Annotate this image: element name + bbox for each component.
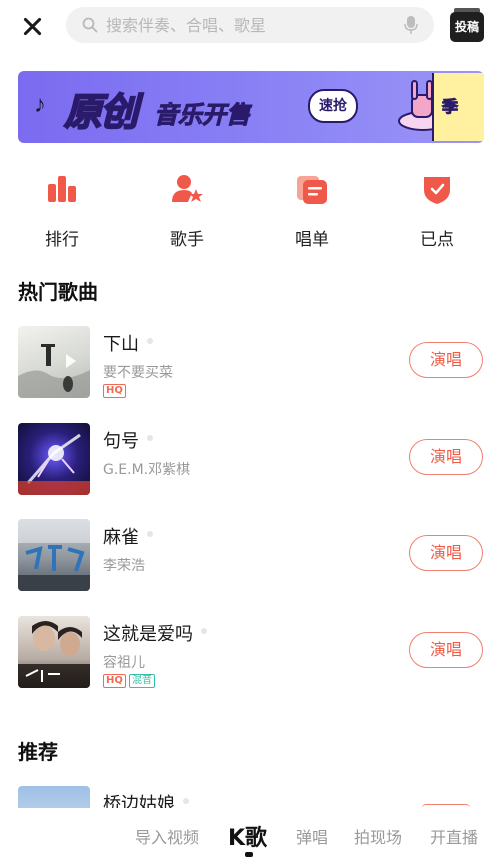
post-button[interactable]: 投稿	[450, 8, 484, 42]
category-singer[interactable]: 歌手	[147, 172, 227, 250]
song-title: 麻雀	[103, 523, 153, 549]
song-title: 下山	[103, 330, 153, 356]
song-cover[interactable]	[18, 786, 90, 808]
cover-art	[18, 344, 90, 398]
song-artist: G.E.M.邓紫棋	[103, 462, 191, 478]
singer-star-icon	[172, 175, 203, 202]
microphone-icon[interactable]	[404, 16, 418, 35]
sing-button[interactable]: 演唱	[409, 632, 483, 668]
song-row[interactable]: 桥边姑娘	[0, 786, 500, 808]
nav-play-sing[interactable]: 弹唱	[296, 824, 328, 848]
category-label: 歌手	[170, 230, 204, 250]
nav-active-indicator	[245, 852, 253, 857]
music-note-icon: ♪	[34, 91, 46, 118]
search-bar[interactable]	[66, 7, 434, 43]
recommend-title: 推荐	[18, 740, 58, 764]
song-title: 桥边姑娘	[103, 790, 189, 808]
nav-start-live[interactable]: 开直播	[430, 824, 478, 848]
sing-button[interactable]: 演唱	[409, 535, 483, 571]
chart-bars-icon	[48, 176, 76, 202]
category-ordered[interactable]: 已点	[397, 172, 477, 250]
banner-cta-button[interactable]: 速抢	[308, 89, 358, 123]
mix-badge: 混音	[129, 674, 155, 688]
song-cover[interactable]	[18, 616, 90, 688]
song-row[interactable]: 下山 要不要买菜 HQ 演唱	[0, 326, 500, 406]
song-row[interactable]: 句号 G.E.M.邓紫棋 演唱	[0, 423, 500, 503]
sing-button[interactable]: 演唱	[409, 439, 483, 475]
song-row[interactable]: 这就是爱吗 容祖儿 HQ 混音 演唱	[0, 616, 500, 696]
category-label: 已点	[420, 230, 454, 250]
song-artist: 容祖儿	[103, 655, 145, 671]
song-row[interactable]: 麻雀 李荣浩 演唱	[0, 519, 500, 599]
song-artist: 要不要买菜	[103, 365, 173, 381]
search-icon	[82, 17, 98, 33]
nav-import-video[interactable]: 导入视频	[135, 824, 199, 848]
song-title: 句号	[103, 427, 153, 453]
song-cover[interactable]	[18, 423, 90, 495]
nav-live-shoot[interactable]: 拍现场	[354, 824, 402, 848]
checked-shield-icon	[424, 177, 450, 204]
nav-karaoke[interactable]: K歌	[228, 820, 267, 852]
hq-badge: HQ	[103, 384, 126, 398]
song-artist: 李荣浩	[103, 558, 145, 574]
promo-banner[interactable]: ♪ 原创 音乐开售 速抢 季	[18, 71, 484, 143]
cover-art	[18, 621, 90, 688]
song-cover[interactable]	[18, 326, 90, 398]
banner-card: 季	[432, 73, 484, 141]
category-label: 唱单	[295, 230, 329, 250]
category-label: 排行	[45, 230, 79, 250]
close-icon[interactable]	[20, 14, 44, 38]
category-ranking[interactable]: 排行	[22, 172, 102, 250]
cover-art	[18, 519, 90, 591]
hq-badge: HQ	[103, 674, 126, 688]
top-bar: 投稿	[0, 0, 500, 52]
playlist-icon	[297, 176, 327, 204]
category-playlist[interactable]: 唱单	[272, 172, 352, 250]
song-cover[interactable]	[18, 519, 90, 591]
banner-card-text: 季	[441, 97, 459, 117]
song-title: 这就是爱吗	[103, 620, 207, 646]
hot-songs-title: 热门歌曲	[18, 280, 98, 304]
banner-subtitle: 音乐开售	[154, 101, 251, 130]
cover-art	[18, 433, 90, 495]
banner-title: 原创	[63, 89, 139, 135]
sing-button[interactable]: 演唱	[409, 342, 483, 378]
search-input[interactable]	[106, 7, 396, 43]
